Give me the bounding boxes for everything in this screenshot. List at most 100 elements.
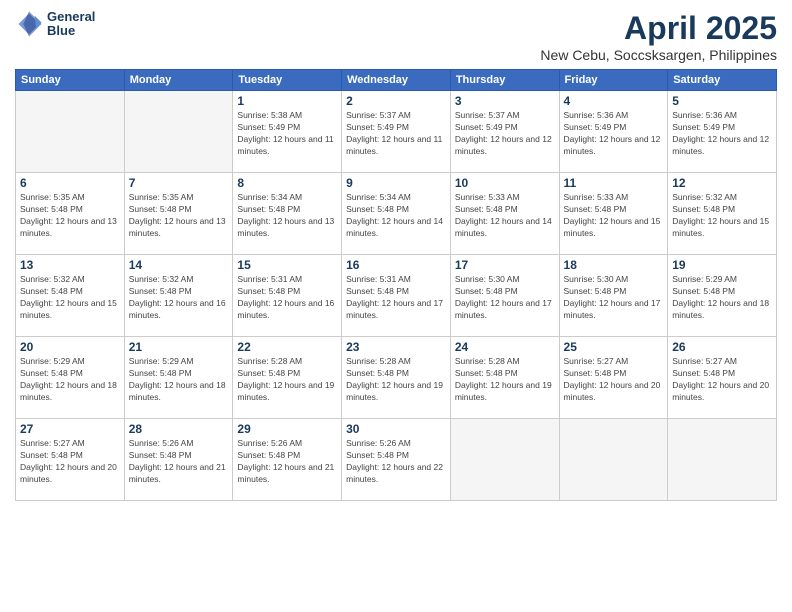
day-number: 11 [564,176,664,190]
day-number: 24 [455,340,555,354]
day-number: 30 [346,422,446,436]
table-row: 23 Sunrise: 5:28 AMSunset: 5:48 PMDayligh… [342,337,451,419]
table-row: 15 Sunrise: 5:31 AMSunset: 5:48 PMDayligh… [233,255,342,337]
table-row: 13 Sunrise: 5:32 AMSunset: 5:48 PMDayligh… [16,255,125,337]
day-detail: Sunrise: 5:31 AMSunset: 5:48 PMDaylight:… [346,274,446,322]
day-detail: Sunrise: 5:36 AMSunset: 5:49 PMDaylight:… [564,110,664,158]
day-number: 28 [129,422,229,436]
day-detail: Sunrise: 5:29 AMSunset: 5:48 PMDaylight:… [20,356,120,404]
day-detail: Sunrise: 5:27 AMSunset: 5:48 PMDaylight:… [20,438,120,486]
table-row: 9Sunrise: 5:34 AMSunset: 5:48 PMDaylight… [342,173,451,255]
table-row: 7 Sunrise: 5:35 AMSunset: 5:48 PMDaylight… [124,173,233,255]
table-row: 1Sunrise: 5:38 AMSunset: 5:49 PMDaylight… [233,91,342,173]
day-detail: Sunrise: 5:29 AMSunset: 5:48 PMDaylight:… [672,274,772,322]
day-number: 15 [237,258,337,272]
day-detail: Sunrise: 5:31 AMSunset: 5:48 PMDaylight:… [237,274,337,322]
table-row: 22Sunrise: 5:28 AMSunset: 5:48 PMDayligh… [233,337,342,419]
day-number: 19 [672,258,772,272]
table-row: 4 Sunrise: 5:36 AMSunset: 5:49 PMDaylight… [559,91,668,173]
calendar-week-row: 6Sunrise: 5:35 AMSunset: 5:48 PMDaylight… [16,173,777,255]
day-detail: Sunrise: 5:35 AMSunset: 5:48 PMDaylight:… [20,192,120,240]
calendar-week-row: 13 Sunrise: 5:32 AMSunset: 5:48 PMDayligh… [16,255,777,337]
day-number: 26 [672,340,772,354]
day-detail: Sunrise: 5:29 AMSunset: 5:48 PMDaylight:… [129,356,229,404]
day-detail: Sunrise: 5:28 AMSunset: 5:48 PMDaylight:… [455,356,555,404]
table-row: 26 Sunrise: 5:27 AMSunset: 5:48 PMDayligh… [668,337,777,419]
day-number: 5 [672,94,772,108]
table-row: 16 Sunrise: 5:31 AMSunset: 5:48 PMDayligh… [342,255,451,337]
table-row: 5 Sunrise: 5:36 AMSunset: 5:49 PMDaylight… [668,91,777,173]
table-row: 19 Sunrise: 5:29 AMSunset: 5:48 PMDayligh… [668,255,777,337]
day-number: 3 [455,94,555,108]
header-saturday: Saturday [668,70,777,91]
day-number: 17 [455,258,555,272]
header: General Blue April 2025 New Cebu, Soccsk… [15,10,777,63]
day-number: 7 [129,176,229,190]
table-row: 30 Sunrise: 5:26 AMSunset: 5:48 PMDayligh… [342,419,451,501]
table-row [16,91,125,173]
day-detail: Sunrise: 5:26 AMSunset: 5:48 PMDaylight:… [129,438,229,486]
table-row: 10 Sunrise: 5:33 AMSunset: 5:48 PMDayligh… [450,173,559,255]
day-number: 12 [672,176,772,190]
header-friday: Friday [559,70,668,91]
day-detail: Sunrise: 5:26 AMSunset: 5:48 PMDaylight:… [237,438,337,486]
day-detail: Sunrise: 5:37 AMSunset: 5:49 PMDaylight:… [455,110,555,158]
table-row: 21 Sunrise: 5:29 AMSunset: 5:48 PMDayligh… [124,337,233,419]
table-row: 2Sunrise: 5:37 AMSunset: 5:49 PMDaylight… [342,91,451,173]
day-number: 20 [20,340,120,354]
day-detail: Sunrise: 5:30 AMSunset: 5:48 PMDaylight:… [564,274,664,322]
table-row [559,419,668,501]
header-thursday: Thursday [450,70,559,91]
day-number: 16 [346,258,446,272]
day-detail: Sunrise: 5:27 AMSunset: 5:48 PMDaylight:… [564,356,664,404]
day-number: 29 [237,422,337,436]
day-detail: Sunrise: 5:38 AMSunset: 5:49 PMDaylight:… [237,110,337,158]
table-row: 29 Sunrise: 5:26 AMSunset: 5:48 PMDayligh… [233,419,342,501]
day-detail: Sunrise: 5:34 AMSunset: 5:48 PMDaylight:… [346,192,446,240]
day-detail: Sunrise: 5:32 AMSunset: 5:48 PMDaylight:… [129,274,229,322]
day-number: 10 [455,176,555,190]
logo-icon [15,10,43,38]
day-detail: Sunrise: 5:32 AMSunset: 5:48 PMDaylight:… [20,274,120,322]
day-detail: Sunrise: 5:30 AMSunset: 5:48 PMDaylight:… [455,274,555,322]
day-detail: Sunrise: 5:26 AMSunset: 5:48 PMDaylight:… [346,438,446,486]
table-row [668,419,777,501]
day-number: 14 [129,258,229,272]
day-number: 13 [20,258,120,272]
day-detail: Sunrise: 5:33 AMSunset: 5:48 PMDaylight:… [455,192,555,240]
table-row: 12 Sunrise: 5:32 AMSunset: 5:48 PMDayligh… [668,173,777,255]
month-title: April 2025 [540,10,777,47]
day-number: 2 [346,94,446,108]
calendar-week-row: 27 Sunrise: 5:27 AMSunset: 5:48 PMDayligh… [16,419,777,501]
subtitle: New Cebu, Soccsksargen, Philippines [540,47,777,63]
table-row: 8Sunrise: 5:34 AMSunset: 5:48 PMDaylight… [233,173,342,255]
day-detail: Sunrise: 5:27 AMSunset: 5:48 PMDaylight:… [672,356,772,404]
header-sunday: Sunday [16,70,125,91]
day-number: 18 [564,258,664,272]
table-row: 11Sunrise: 5:33 AMSunset: 5:48 PMDayligh… [559,173,668,255]
day-detail: Sunrise: 5:35 AMSunset: 5:48 PMDaylight:… [129,192,229,240]
title-section: April 2025 New Cebu, Soccsksargen, Phili… [540,10,777,63]
header-monday: Monday [124,70,233,91]
day-detail: Sunrise: 5:36 AMSunset: 5:49 PMDaylight:… [672,110,772,158]
header-tuesday: Tuesday [233,70,342,91]
table-row: 6Sunrise: 5:35 AMSunset: 5:48 PMDaylight… [16,173,125,255]
day-number: 4 [564,94,664,108]
calendar-week-row: 20 Sunrise: 5:29 AMSunset: 5:48 PMDayligh… [16,337,777,419]
logo-line2: Blue [47,24,95,38]
page: General Blue April 2025 New Cebu, Soccsk… [0,0,792,612]
table-row: 20 Sunrise: 5:29 AMSunset: 5:48 PMDayligh… [16,337,125,419]
day-number: 23 [346,340,446,354]
table-row: 24 Sunrise: 5:28 AMSunset: 5:48 PMDayligh… [450,337,559,419]
day-detail: Sunrise: 5:28 AMSunset: 5:48 PMDaylight:… [346,356,446,404]
table-row: 14 Sunrise: 5:32 AMSunset: 5:48 PMDayligh… [124,255,233,337]
calendar-week-row: 1Sunrise: 5:38 AMSunset: 5:49 PMDaylight… [16,91,777,173]
day-number: 27 [20,422,120,436]
calendar-table: Sunday Monday Tuesday Wednesday Thursday… [15,69,777,501]
table-row: 17 Sunrise: 5:30 AMSunset: 5:48 PMDayligh… [450,255,559,337]
day-number: 21 [129,340,229,354]
header-wednesday: Wednesday [342,70,451,91]
table-row: 28 Sunrise: 5:26 AMSunset: 5:48 PMDayligh… [124,419,233,501]
day-number: 22 [237,340,337,354]
day-detail: Sunrise: 5:32 AMSunset: 5:48 PMDaylight:… [672,192,772,240]
